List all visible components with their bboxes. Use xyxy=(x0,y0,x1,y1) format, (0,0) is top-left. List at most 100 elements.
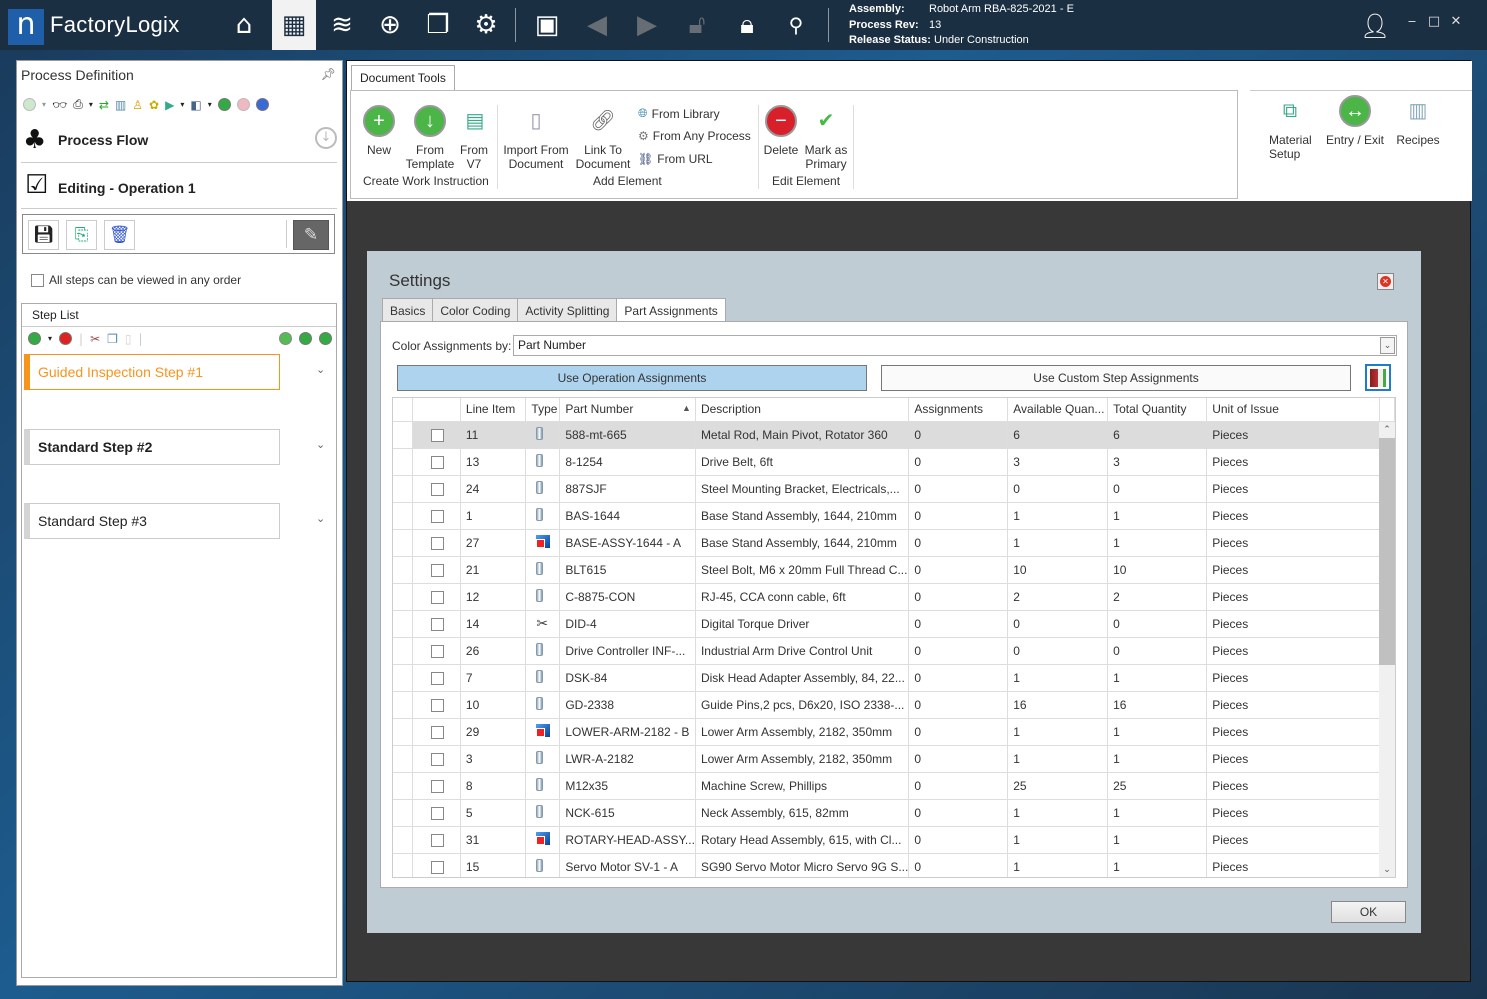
color-legend-button[interactable] xyxy=(1365,364,1391,391)
scroll-thumb[interactable] xyxy=(1379,438,1395,665)
table-row[interactable]: 31 ROTARY-HEAD-ASSY... Rotary Head Assembl… xyxy=(393,826,1395,854)
shuffle-icon[interactable]: ⇄ xyxy=(99,98,109,112)
binoculars-icon[interactable]: 👓︎ xyxy=(52,98,67,112)
dropdown-icon[interactable]: ▾ xyxy=(48,334,52,343)
row-checkbox[interactable] xyxy=(430,536,444,550)
row-checkbox[interactable] xyxy=(430,482,444,496)
settings-icon[interactable]: ⚙ xyxy=(464,0,508,50)
recipes-button[interactable]: ▥ Recipes xyxy=(1393,95,1443,147)
col-type[interactable]: Type xyxy=(525,398,561,422)
col-description[interactable]: Description xyxy=(695,398,910,422)
home-icon[interactable]: ⌂ xyxy=(222,0,266,50)
find-step-icon[interactable] xyxy=(279,332,292,345)
close-dialog-button[interactable]: ✕ xyxy=(1377,273,1394,290)
collapse-icon[interactable]: ↓ xyxy=(315,127,337,149)
row-checkbox[interactable] xyxy=(430,590,444,604)
col-assignments[interactable]: Assignments xyxy=(908,398,1009,422)
row-checkbox-cell[interactable] xyxy=(412,556,461,584)
row-checkbox[interactable] xyxy=(430,671,444,685)
row-checkbox[interactable] xyxy=(430,806,444,820)
pause-icon[interactable] xyxy=(255,98,269,111)
remove-step-icon[interactable] xyxy=(59,332,73,345)
windows-icon[interactable]: ❐ xyxy=(416,0,460,50)
col-total-quantity[interactable]: Total Quantity xyxy=(1107,398,1208,422)
table-row[interactable]: 1 BAS-1644 Base Stand Assembly, 1644, 210m… xyxy=(393,502,1395,530)
from-library-button[interactable]: 🌐︎ From Library xyxy=(638,106,720,121)
col-unit-of-issue[interactable]: Unit of Issue xyxy=(1206,398,1380,422)
col-part-number[interactable]: Part Number ▲ xyxy=(559,398,696,422)
row-checkbox-cell[interactable] xyxy=(412,799,461,827)
chevron-down-icon[interactable]: ⌄ xyxy=(316,512,325,525)
vertical-scrollbar[interactable]: ⌃ ⌄ xyxy=(1379,422,1395,877)
row-checkbox[interactable] xyxy=(430,509,444,523)
database-icon[interactable]: ≋ xyxy=(320,0,364,50)
copy-icon[interactable]: ❐ xyxy=(107,332,118,346)
table-row[interactable]: 13 8-1254 Drive Belt, 6ft 0 3 3 Pieces xyxy=(393,448,1395,476)
use-operation-assignments-button[interactable]: Use Operation Assignments xyxy=(397,365,867,391)
row-checkbox-cell[interactable] xyxy=(412,772,461,800)
row-checkbox-cell[interactable] xyxy=(412,448,461,476)
refresh-icon[interactable] xyxy=(217,98,231,111)
material-setup-button[interactable]: ⧉ Material Setup xyxy=(1269,95,1319,161)
table-row[interactable]: 12 C-8875-CON RJ-45, CCA conn cable, 6ft 0 2… xyxy=(393,583,1395,611)
any-order-checkbox[interactable]: All steps can be viewed in any order xyxy=(31,273,241,287)
table-row[interactable]: 8 M12x35 Machine Screw, Phillips 0 25 25 Piece… xyxy=(393,772,1395,800)
scroll-up-icon[interactable]: ⌃ xyxy=(1379,422,1395,438)
color-assignments-select[interactable]: Part Number ⌄ xyxy=(513,335,1397,356)
row-checkbox[interactable] xyxy=(430,563,444,577)
chevron-down-icon[interactable]: ⌄ xyxy=(1380,337,1395,354)
step-item[interactable]: Standard Step #3 ⌄ xyxy=(24,503,325,539)
row-checkbox[interactable] xyxy=(430,617,444,631)
step-item[interactable]: Guided Inspection Step #1 ⌄ xyxy=(24,354,325,390)
from-v7-button[interactable]: ▤ From V7 xyxy=(459,105,489,171)
row-checkbox-cell[interactable] xyxy=(412,718,461,746)
row-checkbox-cell[interactable] xyxy=(412,637,461,665)
table-row[interactable]: 15 Servo Motor SV-1 - A SG90 Servo Motor M… xyxy=(393,853,1395,877)
row-checkbox[interactable] xyxy=(430,752,444,766)
row-checkbox-cell[interactable] xyxy=(412,691,461,719)
row-checkbox-cell[interactable] xyxy=(412,529,461,557)
delete-operation-button[interactable]: 🗑︎ xyxy=(104,220,135,250)
table-row[interactable]: 26 Drive Controller INF-... Industrial Arm… xyxy=(393,637,1395,665)
row-checkbox[interactable] xyxy=(430,644,444,658)
cut-icon[interactable]: ✂ xyxy=(90,332,100,346)
row-checkbox[interactable] xyxy=(430,725,444,739)
from-any-process-button[interactable]: ⚙ From Any Process xyxy=(638,129,751,143)
minimize-button[interactable]: ‒ xyxy=(1401,14,1423,29)
table-row[interactable]: 29 LOWER-ARM-2182 - B Lower Arm Assembly, … xyxy=(393,718,1395,746)
export-icon[interactable]: ▶ xyxy=(165,98,174,112)
table-row[interactable]: 3 LWR-A-2182 Lower Arm Assembly, 2182, 350… xyxy=(393,745,1395,773)
checkbox[interactable] xyxy=(31,273,44,287)
hierarchy-search-icon[interactable]: ⚲ xyxy=(774,0,818,50)
row-checkbox-cell[interactable] xyxy=(412,745,461,773)
ok-button[interactable]: OK xyxy=(1331,901,1406,923)
lock-icon[interactable]: 🔒︎ xyxy=(725,0,769,50)
row-checkbox-cell[interactable] xyxy=(412,826,461,854)
table-row[interactable]: 5 NCK-615 Neck Assembly, 615, 82mm 0 1 1 Piece… xyxy=(393,799,1395,827)
tab-document-tools[interactable]: Document Tools xyxy=(351,65,455,91)
chevron-down-icon[interactable]: ⌄ xyxy=(316,438,325,451)
row-checkbox[interactable] xyxy=(430,428,444,442)
tab-basics[interactable]: Basics xyxy=(382,298,433,322)
bell-icon[interactable]: ♙ xyxy=(132,98,143,112)
save-operation-button[interactable]: 💾︎ xyxy=(28,220,59,250)
save-icon[interactable]: ▣ xyxy=(525,0,569,50)
table-row[interactable]: 24 887SJF Steel Mounting Bracket, Electric… xyxy=(393,475,1395,503)
step-item[interactable]: Standard Step #2 ⌄ xyxy=(24,429,325,465)
import-from-document-button[interactable]: ▯ Import From Document xyxy=(501,105,571,171)
link-to-document-button[interactable]: 🔗︎ Link To Document xyxy=(575,105,631,171)
move-up-icon[interactable] xyxy=(299,332,312,345)
process-flow-row[interactable]: ♣ Process Flow ↓ xyxy=(21,123,337,163)
table-row[interactable]: 10 GD-2338 Guide Pins,2 pcs, D6x20, ISO 23… xyxy=(393,691,1395,719)
maximize-button[interactable]: □ xyxy=(1423,14,1445,29)
row-checkbox-cell[interactable] xyxy=(412,583,461,611)
row-checkbox-cell[interactable] xyxy=(412,421,461,449)
row-checkbox[interactable] xyxy=(430,698,444,712)
process-editor-icon[interactable]: ▦ xyxy=(272,0,316,50)
row-checkbox-cell[interactable] xyxy=(412,664,461,692)
table-row[interactable]: 7 DSK-84 Disk Head Adapter Assembly, 84, 2… xyxy=(393,664,1395,692)
tab-color-coding[interactable]: Color Coding xyxy=(432,298,518,322)
new-button[interactable]: + New xyxy=(363,105,395,157)
move-down-icon[interactable] xyxy=(319,332,332,345)
add-step-icon[interactable] xyxy=(28,332,41,345)
